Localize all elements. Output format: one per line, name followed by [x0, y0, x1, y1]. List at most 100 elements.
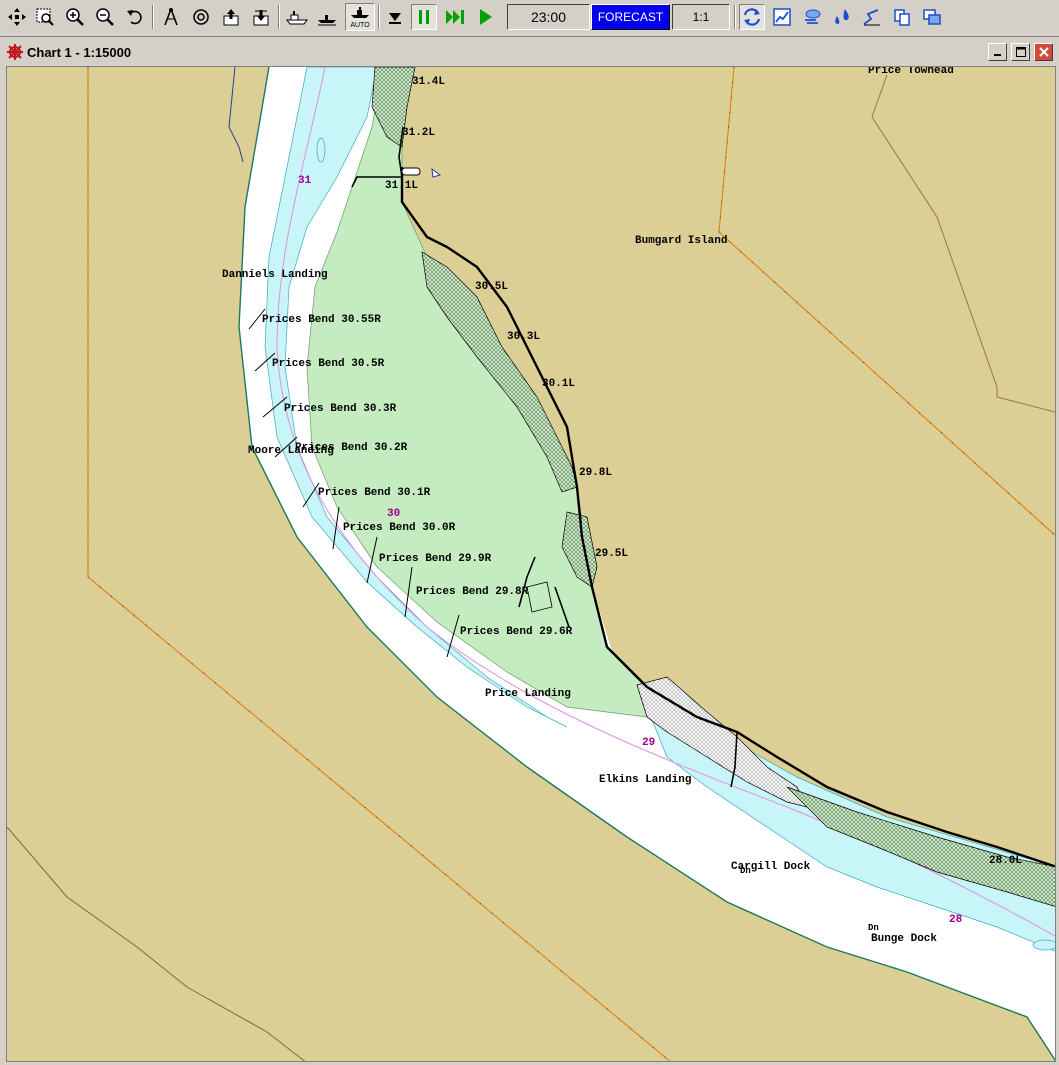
zoom-out-icon: [96, 8, 114, 26]
islet: [526, 581, 553, 613]
place-label-dn: Dn: [868, 923, 879, 933]
creek: [228, 67, 244, 163]
place-label-bunge-dock: Bunge Dock: [871, 933, 938, 945]
right-bank-light-label[interactable]: Prices Bend 29.6R: [460, 626, 572, 638]
boundary-line: [718, 67, 1055, 536]
ship-icon: [286, 11, 308, 25]
zoom-in-button[interactable]: [62, 4, 88, 30]
close-icon: [1038, 47, 1049, 57]
ship-wheel-icon: [7, 44, 23, 60]
left-bank-light-label[interactable]: 30.5L: [475, 281, 508, 293]
place-label-dn: Dn: [740, 866, 751, 876]
river-mile-marker: 28: [949, 914, 963, 926]
shallow-water: [1032, 939, 1055, 951]
place-label-price-towhead: Price Towhead: [868, 66, 954, 77]
windows-icon: [923, 9, 941, 25]
step-down-button[interactable]: [382, 4, 408, 30]
river-mile-marker: 31: [298, 175, 312, 187]
route-icon: [863, 9, 880, 26]
vessel-track-button[interactable]: [314, 4, 340, 30]
cloud-rain-icon: [805, 9, 821, 24]
maximize-icon: [1015, 47, 1026, 57]
weather-button[interactable]: [799, 4, 825, 30]
left-bank-light-label[interactable]: 30.3L: [507, 331, 540, 343]
right-bank-light-label[interactable]: Prices Bend 30.0R: [343, 522, 455, 534]
auto-label: AUTO: [350, 22, 370, 29]
right-bank-light-label[interactable]: Prices Bend 29.9R: [379, 553, 491, 565]
chart-window-titlebar: Chart 1 - 1:15000: [0, 38, 1059, 66]
pause-icon: [419, 10, 429, 24]
right-bank-light-label[interactable]: Prices Bend 30.3R: [284, 403, 396, 415]
compass-divider-icon: [164, 8, 178, 26]
pause-button[interactable]: [411, 4, 437, 30]
chart-map: [7, 67, 1055, 1061]
place-label-danniels-landing: Danniels Landing: [222, 269, 328, 281]
left-bank-light-label[interactable]: 28.0L: [989, 855, 1022, 867]
import-box-icon: [253, 10, 269, 26]
right-bank-light-label[interactable]: Prices Bend 30.5R: [272, 358, 384, 370]
route-button[interactable]: [859, 4, 885, 30]
pan-tool-button[interactable]: [4, 4, 30, 30]
target-icon: [193, 9, 209, 25]
time-display[interactable]: 23:00: [507, 4, 590, 30]
undo-zoom-button[interactable]: [122, 4, 148, 30]
sync-arrows-icon: [743, 8, 761, 26]
place-label-elkins-landing: Elkins Landing: [599, 774, 692, 786]
left-bank-light-label[interactable]: 31.2L: [402, 127, 435, 139]
graph-button[interactable]: [769, 4, 795, 30]
auto-ship-icon: [351, 7, 369, 18]
contour-line: [871, 74, 1055, 413]
minimize-icon: [993, 54, 1001, 56]
play-button[interactable]: [472, 4, 498, 30]
play-icon: [480, 9, 492, 25]
close-button[interactable]: [1034, 43, 1053, 61]
minimize-button[interactable]: [988, 43, 1007, 61]
export-button[interactable]: [218, 4, 244, 30]
beacon-symbol: [401, 167, 421, 176]
scale-ratio-field[interactable]: 1:1: [672, 4, 730, 30]
export-box-icon: [223, 9, 239, 26]
graph-icon: [773, 8, 791, 26]
place-label-bumgard-island: Bumgard Island: [635, 235, 728, 247]
fast-forward-button[interactable]: [442, 4, 468, 30]
left-bank-light-label[interactable]: 29.5L: [595, 548, 628, 560]
right-bank-light-label[interactable]: Prices Bend 30.1R: [318, 487, 430, 499]
left-bank-light-label[interactable]: 29.8L: [579, 467, 612, 479]
zoom-in-icon: [66, 8, 84, 26]
right-bank-light-label[interactable]: Prices Bend 29.8R: [416, 586, 528, 598]
measure-button[interactable]: [158, 4, 184, 30]
toolbar: AUTO 23:00 FORECAST 1:1: [0, 0, 1059, 37]
zoom-area-icon: [36, 8, 54, 26]
nautical-chart-canvas[interactable]: Price Towhead Bumgard Island Danniels La…: [6, 66, 1056, 1062]
target-button[interactable]: [188, 4, 214, 30]
maximize-button[interactable]: [1011, 43, 1030, 61]
copy-button[interactable]: [889, 4, 915, 30]
flag-icon: [431, 167, 442, 178]
auto-mode-button[interactable]: AUTO: [345, 3, 375, 31]
undo-arrow-icon: [127, 10, 142, 25]
zoom-area-button[interactable]: [32, 4, 58, 30]
copy-icon: [894, 9, 910, 26]
place-label-price-landing: Price Landing: [485, 688, 571, 700]
left-bank-light-label[interactable]: 30.1L: [542, 378, 575, 390]
vessel-view-button[interactable]: [284, 4, 310, 30]
forecast-button[interactable]: FORECAST: [591, 4, 670, 30]
right-bank-light-label[interactable]: Prices Bend 30.55R: [262, 314, 381, 326]
windows-button[interactable]: [919, 4, 945, 30]
river-mile-marker: 30: [387, 508, 401, 520]
shallow-water: [316, 137, 326, 163]
import-button[interactable]: [248, 4, 274, 30]
river-mile-marker: 29: [642, 737, 656, 749]
zoom-out-button[interactable]: [92, 4, 118, 30]
right-bank-light-label[interactable]: Prices Bend 30.2R: [295, 442, 407, 454]
contour-line: [7, 826, 306, 1061]
pan-arrows-icon: [8, 8, 26, 26]
boat-icon: [318, 15, 336, 26]
water-level-button[interactable]: [829, 4, 855, 30]
sync-button[interactable]: [739, 4, 765, 30]
left-bank-light-label[interactable]: 31.4L: [412, 76, 445, 88]
water-drop-icon: [835, 9, 849, 24]
fast-forward-icon: [446, 10, 464, 24]
left-bank-light-label[interactable]: 31.1L: [385, 180, 418, 192]
boundary-line-ticks: [718, 67, 1055, 536]
